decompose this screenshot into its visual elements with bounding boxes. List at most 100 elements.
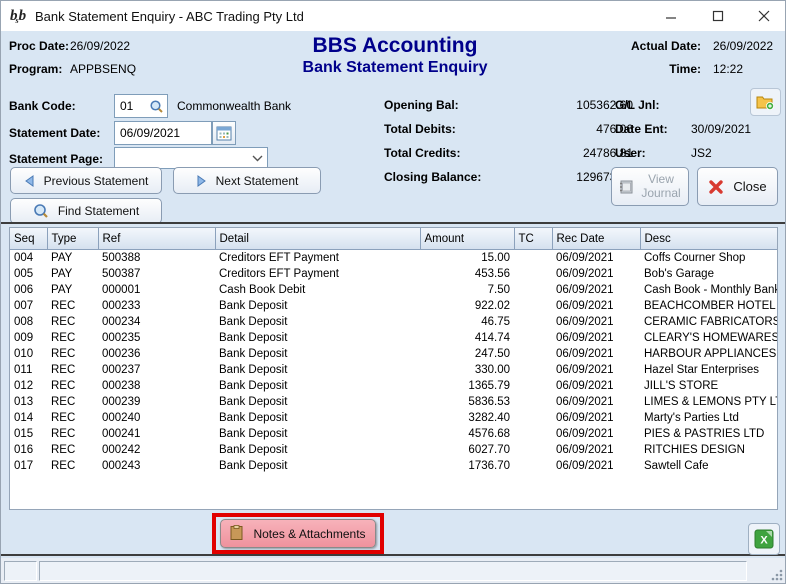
proc-date-value: 26/09/2022 <box>70 39 131 53</box>
cell-detail: Bank Deposit <box>219 396 288 408</box>
maximize-icon <box>712 10 724 22</box>
cell-desc: HARBOUR APPLIANCES <box>644 348 777 360</box>
table-row[interactable]: 011 REC 000237 Bank Deposit 330.00 06/09/2021… <box>10 362 777 378</box>
title-bar: bsb Bank Statement Enquiry - ABC Trading… <box>1 1 785 31</box>
gl-jnl-folder-button[interactable] <box>750 88 781 116</box>
notes-clipboard-icon <box>230 524 243 543</box>
export-excel-button[interactable]: X <box>748 523 780 555</box>
program-label: Program: <box>9 62 63 76</box>
cell-seq: 017 <box>14 460 34 472</box>
bank-code-value: 01 <box>120 99 134 113</box>
column-header-ref[interactable]: Ref <box>98 228 216 250</box>
proc-date-label: Proc Date: <box>9 39 70 53</box>
cell-tc <box>514 314 552 330</box>
table-row[interactable]: 004 PAY 500388 Creditors EFT Payment 15.00 06… <box>10 250 777 267</box>
table-row[interactable]: 013 REC 000239 Bank Deposit 5836.53 06/09/202… <box>10 394 777 410</box>
column-header-rec_date[interactable]: Rec Date <box>552 228 641 250</box>
cell-desc: JILL'S STORE <box>644 380 719 392</box>
window-title: Bank Statement Enquiry - ABC Trading Pty… <box>35 9 304 24</box>
total-credits-label: Total Credits: <box>384 146 461 160</box>
table-row[interactable]: 012 REC 000238 Bank Deposit 1365.79 06/09/202… <box>10 378 777 394</box>
table-row[interactable]: 008 REC 000234 Bank Deposit 46.75 06/09/2021 C… <box>10 314 777 330</box>
column-header-amount[interactable]: Amount <box>420 228 515 250</box>
table-row[interactable]: 005 PAY 500387 Creditors EFT Payment 453.56 0… <box>10 266 777 282</box>
cell-tc <box>514 378 552 394</box>
cell-desc: CLEARY'S HOMEWARES <box>644 332 777 344</box>
cell-type: PAY <box>51 252 73 264</box>
app-logo-icon: bsb <box>10 8 27 25</box>
screen-title: Bank Statement Enquiry <box>302 59 488 76</box>
resize-grip[interactable] <box>770 568 784 582</box>
cell-ref: 500388 <box>102 252 141 264</box>
cell-ref: 000237 <box>102 364 141 376</box>
date-ent-value: 30/09/2021 <box>691 122 752 136</box>
user-value: JS2 <box>691 146 712 160</box>
table-row[interactable]: 015 REC 000241 Bank Deposit 4576.68 06/09/202… <box>10 426 777 442</box>
next-statement-button[interactable]: Next Statement <box>173 167 321 194</box>
table-row[interactable]: 014 REC 000240 Bank Deposit 3282.40 06/09/202… <box>10 410 777 426</box>
column-header-tc[interactable]: TC <box>514 228 553 250</box>
cell-rec_date: 06/09/2021 <box>556 364 614 376</box>
cell-seq: 011 <box>14 364 33 376</box>
actual-date-label: Actual Date: <box>630 39 701 53</box>
cell-ref: 000233 <box>102 300 141 312</box>
column-header-detail[interactable]: Detail <box>215 228 421 250</box>
close-window-button[interactable] <box>742 1 785 31</box>
column-header-desc[interactable]: Desc <box>640 228 777 250</box>
cell-amount: 414.74 <box>474 332 510 344</box>
cell-type: REC <box>51 380 76 392</box>
find-statement-button[interactable]: Find Statement <box>10 198 162 224</box>
cell-tc <box>514 346 552 362</box>
table-row[interactable]: 007 REC 000233 Bank Deposit 922.02 06/09/2021… <box>10 298 777 314</box>
program-value: APPBSENQ <box>70 62 137 76</box>
cell-rec_date: 06/09/2021 <box>556 268 614 280</box>
cell-seq: 013 <box>14 396 34 408</box>
cell-type: PAY <box>51 268 73 280</box>
cell-ref: 000240 <box>102 412 141 424</box>
cell-tc <box>514 362 552 378</box>
column-header-seq[interactable]: Seq <box>10 228 48 250</box>
previous-statement-button[interactable]: Previous Statement <box>10 167 162 194</box>
bank-code-lookup-button[interactable] <box>145 95 167 117</box>
close-button[interactable]: Close <box>697 167 778 206</box>
table-row[interactable]: 016 REC 000242 Bank Deposit 6027.70 06/09/202… <box>10 442 777 458</box>
bank-name-value: Commonwealth Bank <box>177 99 292 113</box>
cell-detail: Bank Deposit <box>219 364 288 376</box>
cell-rec_date: 06/09/2021 <box>556 348 614 360</box>
column-header-type[interactable]: Type <box>47 228 99 250</box>
cell-ref: 000242 <box>102 444 141 456</box>
cell-ref: 000234 <box>102 316 141 328</box>
notes-attachments-button[interactable]: Notes & Attachments <box>220 519 376 548</box>
cell-amount: 453.56 <box>474 268 510 280</box>
next-arrow-icon <box>196 174 207 187</box>
minimize-button[interactable] <box>649 1 693 31</box>
cell-type: REC <box>51 428 76 440</box>
cell-tc <box>514 410 552 426</box>
cell-ref: 000235 <box>102 332 141 344</box>
svg-text:X: X <box>760 535 768 547</box>
cell-amount: 6027.70 <box>468 444 510 456</box>
cell-rec_date: 06/09/2021 <box>556 428 614 440</box>
view-journal-button[interactable]: View Journal <box>611 167 689 206</box>
maximize-button[interactable] <box>696 1 740 31</box>
table-row[interactable]: 009 REC 000235 Bank Deposit 414.74 06/09/2021… <box>10 330 777 346</box>
statement-date-field[interactable]: 06/09/2021 <box>114 121 212 145</box>
search-icon <box>149 99 163 113</box>
table-row[interactable]: 006 PAY 000001 Cash Book Debit 7.50 06/09/202… <box>10 282 777 298</box>
table-row[interactable]: 017 REC 000243 Bank Deposit 1736.70 06/09/202… <box>10 458 777 474</box>
notes-attachments-label: Notes & Attachments <box>253 526 366 541</box>
search-icon <box>33 203 49 219</box>
date-picker-button[interactable] <box>212 121 236 145</box>
view-journal-label: View Journal <box>641 171 681 200</box>
cell-tc <box>514 426 552 442</box>
closing-balance-label: Closing Balance: <box>384 170 482 184</box>
opening-bal-label: Opening Bal: <box>384 98 459 112</box>
table-row[interactable]: 010 REC 000236 Bank Deposit 247.50 06/09/2021… <box>10 346 777 362</box>
cell-type: REC <box>51 300 76 312</box>
statement-page-select[interactable] <box>114 147 268 169</box>
cell-ref: 000238 <box>102 380 141 392</box>
cell-amount: 4576.68 <box>468 428 510 440</box>
bank-code-field[interactable]: 01 <box>114 94 168 118</box>
cell-amount: 922.02 <box>474 300 510 312</box>
cell-detail: Bank Deposit <box>219 412 288 424</box>
